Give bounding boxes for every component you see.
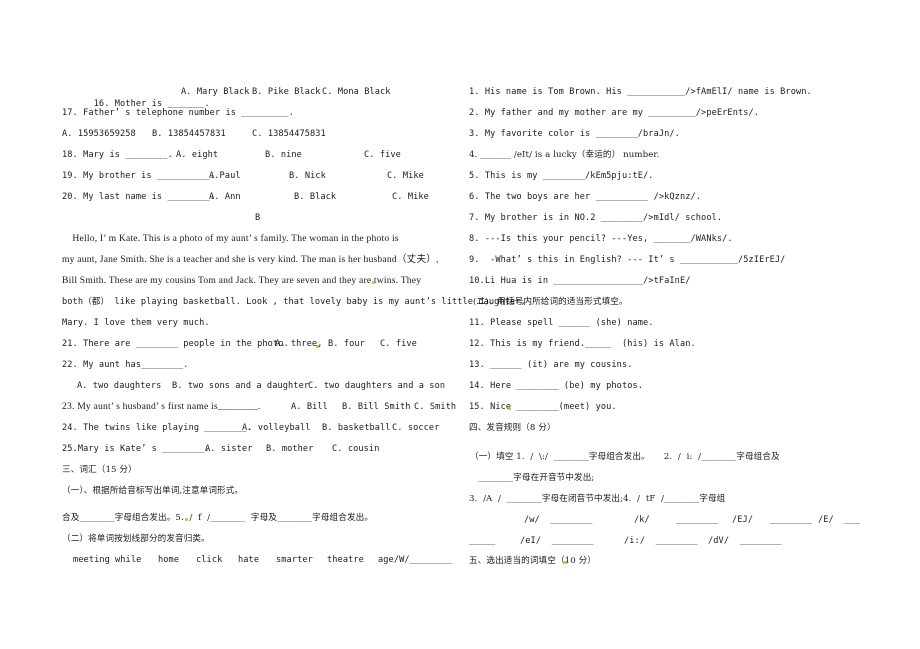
word-item: theatre bbox=[327, 555, 364, 565]
passage-line: Mary. I love them very much. bbox=[62, 318, 210, 328]
option-c: C. five bbox=[364, 150, 401, 160]
word-item: home bbox=[158, 555, 180, 565]
phonetic-entry: /EJ/ bbox=[732, 515, 754, 525]
option-b: B. two sons and a daughter bbox=[172, 381, 310, 391]
option-c: C. cousin bbox=[332, 444, 380, 454]
option-c: C. Mona Black bbox=[322, 87, 391, 97]
option-b: B. 13854457831 bbox=[152, 129, 226, 139]
option-c: C. five bbox=[380, 339, 417, 349]
option-a: A. two daughters bbox=[77, 381, 162, 391]
vocab-item: 7. My brother is in NO.2 ________/>mIdl/… bbox=[469, 213, 723, 223]
section-3-part-2-title: （二）将单词按划线部分的发音归类。 bbox=[62, 534, 210, 544]
option-a: A. Bill bbox=[291, 402, 328, 412]
vocab-item: 10.Li Hua is in _________________/>tFaIn… bbox=[469, 276, 691, 286]
phonetic-entry: _____ bbox=[469, 536, 496, 546]
fill-line: 3. /A / ________字母在闭音节中发出;4. / tF /_____… bbox=[469, 494, 726, 504]
option-c: C. Smith bbox=[414, 402, 457, 412]
option-b: B. Bill Smith bbox=[342, 402, 411, 412]
phonetic-entry: /dV/ ________ bbox=[708, 536, 782, 546]
fill-line: ________字母在开音节中发出; bbox=[478, 473, 595, 483]
option-a: A.Paul bbox=[209, 171, 241, 181]
vocab-item: 5. This is my ________/kEm5pju:tE/. bbox=[469, 171, 654, 181]
word-item: while bbox=[115, 555, 142, 565]
option-a: A. 15953659258 bbox=[62, 129, 136, 139]
option-a: A. Ann bbox=[209, 192, 241, 202]
option-b: B. nine bbox=[265, 150, 302, 160]
vocab-item: 9. -What’ s this in English? --- It’ s _… bbox=[469, 255, 786, 265]
phonetic-entry: /eI/ ________ bbox=[520, 536, 594, 546]
option-a: A. eight bbox=[176, 150, 219, 160]
vocab-item: 6. The two boys are her __________ />kQz… bbox=[469, 192, 702, 202]
option-b: B. basketball bbox=[322, 423, 391, 433]
annotation-mark bbox=[508, 407, 511, 410]
word-item: smarter bbox=[276, 555, 313, 565]
vocab-item: 8. ---Is this your pencil? ---Yes, _____… bbox=[469, 234, 733, 244]
passage-line: both（都） like playing basketball. Look , … bbox=[62, 297, 526, 307]
option-a: A. Mary Black bbox=[181, 87, 250, 97]
vocab-item: 3. My favorite color is ________/braJn/. bbox=[469, 129, 680, 139]
annotation-mark bbox=[564, 561, 567, 564]
option-b: B. four bbox=[328, 339, 365, 349]
exam-page: 16. Mother is _______. A. Mary Black B. … bbox=[0, 0, 920, 649]
question-25: 25.Mary is Kate’ s ________. bbox=[62, 444, 210, 454]
section-3-title: 三、词汇（15 分） bbox=[62, 465, 137, 475]
passage-line: Bill Smith. These are my cousins Tom and… bbox=[62, 275, 422, 286]
option-b: B. mother bbox=[266, 444, 314, 454]
fill-line: （一）填空 1. / \:/ ________字母组合发出。 2. / i: /… bbox=[470, 452, 780, 462]
word-item: click bbox=[196, 555, 223, 565]
option-a: A. three, bbox=[275, 339, 323, 349]
option-a: A. sister bbox=[205, 444, 253, 454]
option-b: B. Black bbox=[294, 192, 337, 202]
vocab-item: 1. His name is Tom Brown. His __________… bbox=[469, 87, 812, 97]
phonetic-entry: ________ bbox=[770, 515, 813, 525]
vocab-item: 4. _______ /eIt/ is a lucky（幸运的） number. bbox=[469, 150, 660, 160]
annotation-mark bbox=[185, 518, 188, 521]
word-item: meeting bbox=[73, 555, 110, 565]
option-c: C. 13854475831 bbox=[252, 129, 326, 139]
option-c: C. soccer bbox=[392, 423, 440, 433]
question-19: 19. My brother is __________. bbox=[62, 171, 215, 181]
section-4-title: 四、发音规则（8 分） bbox=[469, 423, 556, 433]
part-2-title: (二)、用括号内所给词的适当形式填空。 bbox=[473, 297, 628, 307]
phonetic-entry: /i:/ ________ bbox=[624, 536, 698, 546]
annotation-mark bbox=[316, 345, 319, 348]
question-17: 17. Father’ s telephone number is ______… bbox=[62, 108, 295, 118]
phonetic-entry: ________ bbox=[676, 515, 719, 525]
phonetic-entry: /E/ ___ bbox=[818, 515, 861, 525]
question-22: 22. My aunt has________. bbox=[62, 360, 189, 370]
word-item: hate bbox=[238, 555, 260, 565]
passage-line: my aunt, Jane Smith. She is a teacher an… bbox=[62, 254, 439, 265]
vocab-item: 2. My father and my mother are my ______… bbox=[469, 108, 760, 118]
question-18: 18. Mary is ________. bbox=[62, 150, 173, 160]
question-20: 20. My last name is ________. bbox=[62, 192, 215, 202]
phonetic-entry: /k/ bbox=[634, 515, 650, 525]
phonetic-entry: /w/ ________ bbox=[524, 515, 593, 525]
option-c: C. two daughters and a son bbox=[308, 381, 446, 391]
annotation-mark bbox=[372, 281, 375, 284]
question-23: 23. My aunt’ s husband’ s first name is_… bbox=[62, 401, 261, 412]
fill-item: 15. Nice ________(meet) you. bbox=[469, 402, 617, 412]
word-item: age/W/________ bbox=[378, 555, 452, 565]
overflow-line: 合及________字母组合发出。5. / f /________ 字母及___… bbox=[62, 513, 374, 523]
fill-item: 12. This is my friend._____ (his) is Ala… bbox=[469, 339, 696, 349]
section-5-title: 五、选出适当的词填空（10 分） bbox=[469, 556, 596, 566]
passage-line: Hello, I’ m Kate. This is a photo of my … bbox=[62, 233, 399, 244]
question-21: 21. There are ________ people in the pho… bbox=[62, 339, 289, 349]
fill-item: 13. ______ (it) are my cousins. bbox=[469, 360, 633, 370]
section-3-part-1-title: （一）、根据所给音标写出单词,注意单词形式。 bbox=[62, 486, 244, 496]
option-b: B. Pike Black bbox=[252, 87, 321, 97]
option-c: C. Mike bbox=[387, 171, 424, 181]
fill-item: 14. Here ________ (be) my photos. bbox=[469, 381, 644, 391]
option-b: B. Nick bbox=[289, 171, 326, 181]
option-c: C. Mike bbox=[392, 192, 429, 202]
option-a: A. volleyball bbox=[242, 423, 311, 433]
fill-item: 11. Please spell ______ (she) name. bbox=[469, 318, 654, 328]
question-24: 24. The twins like playing ________. bbox=[62, 423, 252, 433]
section-b-label: B bbox=[255, 213, 261, 223]
